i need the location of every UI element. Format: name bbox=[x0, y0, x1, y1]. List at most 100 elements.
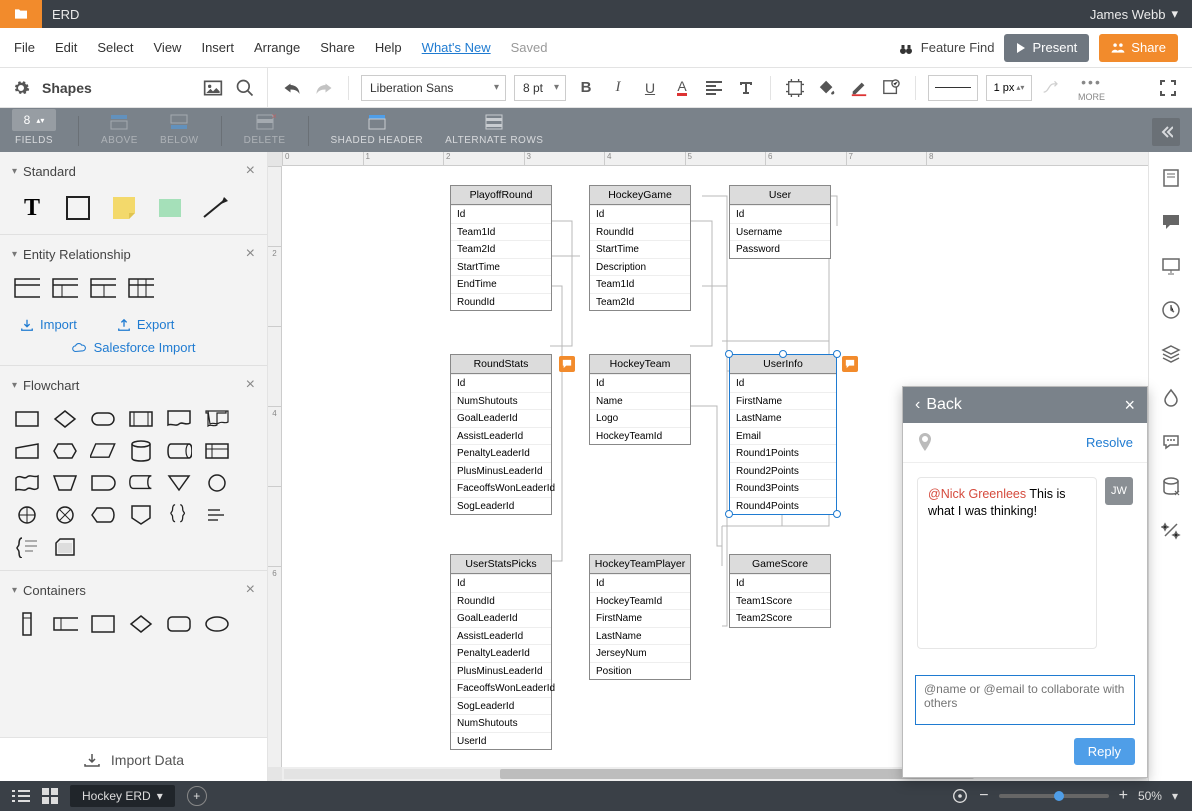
border-color-button[interactable] bbox=[847, 76, 871, 100]
insert-below-button[interactable]: BELOW bbox=[160, 113, 199, 146]
table-row[interactable]: Id bbox=[730, 374, 836, 392]
share-button[interactable]: Share bbox=[1099, 34, 1178, 62]
fc-merge[interactable] bbox=[166, 472, 192, 494]
close-comment-button[interactable]: × bbox=[1124, 395, 1135, 416]
close-icon[interactable]: × bbox=[246, 376, 255, 394]
salesforce-import-link[interactable]: Salesforce Import bbox=[0, 338, 267, 365]
presentation-icon[interactable] bbox=[1161, 256, 1181, 276]
underline-button[interactable]: U bbox=[638, 76, 662, 100]
cont-3[interactable] bbox=[90, 613, 116, 635]
close-icon[interactable]: × bbox=[246, 581, 255, 599]
resolve-button[interactable]: Resolve bbox=[1086, 435, 1133, 450]
table-userstatspicks[interactable]: UserStatsPicks Id RoundId GoalLeaderId A… bbox=[450, 554, 552, 750]
export-link[interactable]: Export bbox=[117, 317, 175, 332]
comment-icon[interactable] bbox=[1161, 212, 1181, 232]
table-hockeyteamplayer[interactable]: HockeyTeamPlayer Id HockeyTeamId FirstNa… bbox=[589, 554, 691, 680]
table-row[interactable]: HockeyTeamId bbox=[590, 592, 690, 610]
table-row[interactable]: Position bbox=[590, 662, 690, 680]
fc-bracket-note[interactable] bbox=[14, 536, 40, 558]
menu-insert[interactable]: Insert bbox=[201, 40, 234, 55]
table-row[interactable]: Id bbox=[451, 574, 551, 592]
menu-share[interactable]: Share bbox=[320, 40, 355, 55]
fc-multidoc[interactable] bbox=[204, 408, 230, 430]
align-button[interactable] bbox=[702, 76, 726, 100]
table-row[interactable]: PlusMinusLeaderId bbox=[451, 662, 551, 680]
fc-rectangle[interactable] bbox=[14, 408, 40, 430]
table-row[interactable]: SogLeaderId bbox=[451, 497, 551, 515]
table-row[interactable]: PenaltyLeaderId bbox=[451, 444, 551, 462]
table-row[interactable]: JerseyNum bbox=[590, 644, 690, 662]
table-row[interactable]: AssistLeaderId bbox=[451, 427, 551, 445]
table-row[interactable]: FaceoffsWonLeaderId bbox=[451, 479, 551, 497]
close-icon[interactable]: × bbox=[246, 245, 255, 263]
list-view-icon[interactable] bbox=[12, 789, 30, 803]
line-options-button[interactable] bbox=[1040, 76, 1064, 100]
table-row[interactable]: RoundId bbox=[451, 592, 551, 610]
alternate-rows-button[interactable]: ALTERNATE ROWS bbox=[445, 113, 543, 146]
fc-predefined[interactable] bbox=[128, 408, 154, 430]
fc-manual-input[interactable] bbox=[14, 440, 40, 462]
table-row[interactable]: Name bbox=[590, 392, 690, 410]
table-row[interactable]: Round3Points bbox=[730, 479, 836, 497]
fullscreen-button[interactable] bbox=[1156, 76, 1180, 100]
table-playoffround[interactable]: PlayoffRound Id Team1Id Team2Id StartTim… bbox=[450, 185, 552, 311]
bold-button[interactable]: B bbox=[574, 76, 598, 100]
shape-block[interactable] bbox=[156, 194, 184, 222]
table-row[interactable]: Team2Id bbox=[451, 240, 551, 258]
table-row[interactable]: FirstName bbox=[590, 609, 690, 627]
table-row[interactable]: Id bbox=[590, 205, 690, 223]
menu-select[interactable]: Select bbox=[97, 40, 133, 55]
fc-connector[interactable] bbox=[204, 472, 230, 494]
menu-help[interactable]: Help bbox=[375, 40, 402, 55]
shape-arrow[interactable] bbox=[202, 194, 230, 222]
table-row[interactable]: Team2Id bbox=[590, 293, 690, 311]
table-row[interactable]: HockeyTeamId bbox=[590, 427, 690, 445]
cont-4[interactable] bbox=[128, 613, 154, 635]
fc-hexagon[interactable] bbox=[52, 440, 78, 462]
fc-sum[interactable] bbox=[52, 504, 78, 526]
insert-above-button[interactable]: ABOVE bbox=[101, 113, 138, 146]
table-row[interactable]: GoalLeaderId bbox=[451, 609, 551, 627]
comment-badge[interactable] bbox=[842, 356, 858, 372]
pin-icon[interactable] bbox=[917, 433, 933, 453]
table-userinfo[interactable]: UserInfo Id FirstName LastName Email Rou… bbox=[729, 354, 837, 515]
font-select[interactable]: Liberation Sans bbox=[361, 75, 506, 101]
layers-icon[interactable] bbox=[1161, 344, 1181, 364]
text-color-button[interactable]: A bbox=[670, 76, 694, 100]
table-row[interactable]: UserId bbox=[451, 732, 551, 750]
table-row[interactable]: AssistLeaderId bbox=[451, 627, 551, 645]
cont-6[interactable] bbox=[204, 613, 230, 635]
cont-5[interactable] bbox=[166, 613, 192, 635]
section-standard[interactable]: ▾Standard× bbox=[0, 152, 267, 190]
import-link[interactable]: Import bbox=[20, 317, 77, 332]
menu-edit[interactable]: Edit bbox=[55, 40, 77, 55]
table-row[interactable]: StartTime bbox=[451, 258, 551, 276]
table-row[interactable]: Email bbox=[730, 427, 836, 445]
table-row[interactable]: RoundId bbox=[451, 293, 551, 311]
fc-stored[interactable] bbox=[128, 472, 154, 494]
table-row[interactable]: RoundId bbox=[590, 223, 690, 241]
zoom-in-button[interactable]: + bbox=[1119, 787, 1128, 805]
table-row[interactable]: NumShutouts bbox=[451, 714, 551, 732]
table-row[interactable]: Username bbox=[730, 223, 830, 241]
target-icon[interactable] bbox=[951, 787, 969, 805]
collapse-right-panel-button[interactable] bbox=[1152, 118, 1180, 146]
delete-row-button[interactable]: ✕DELETE bbox=[244, 113, 286, 146]
fc-terminator[interactable] bbox=[90, 408, 116, 430]
fc-internal[interactable] bbox=[204, 440, 230, 462]
table-row[interactable]: Round4Points bbox=[730, 497, 836, 515]
gear-icon[interactable] bbox=[12, 79, 30, 97]
table-gamescore[interactable]: GameScore Id Team1Score Team2Score bbox=[729, 554, 831, 628]
comment-back-button[interactable]: ‹Back bbox=[915, 396, 962, 414]
image-icon[interactable] bbox=[203, 79, 223, 97]
er-shape-2[interactable] bbox=[52, 277, 78, 299]
fields-count[interactable]: 8▴▾ FIELDS bbox=[12, 109, 56, 146]
ink-icon[interactable] bbox=[1161, 388, 1181, 408]
table-row[interactable]: GoalLeaderId bbox=[451, 409, 551, 427]
app-brand[interactable] bbox=[0, 0, 42, 28]
table-user[interactable]: User Id Username Password bbox=[729, 185, 831, 259]
table-row[interactable]: Id bbox=[451, 205, 551, 223]
table-row[interactable]: Description bbox=[590, 258, 690, 276]
fc-delay[interactable] bbox=[90, 472, 116, 494]
section-flowchart[interactable]: ▾Flowchart× bbox=[0, 366, 267, 404]
